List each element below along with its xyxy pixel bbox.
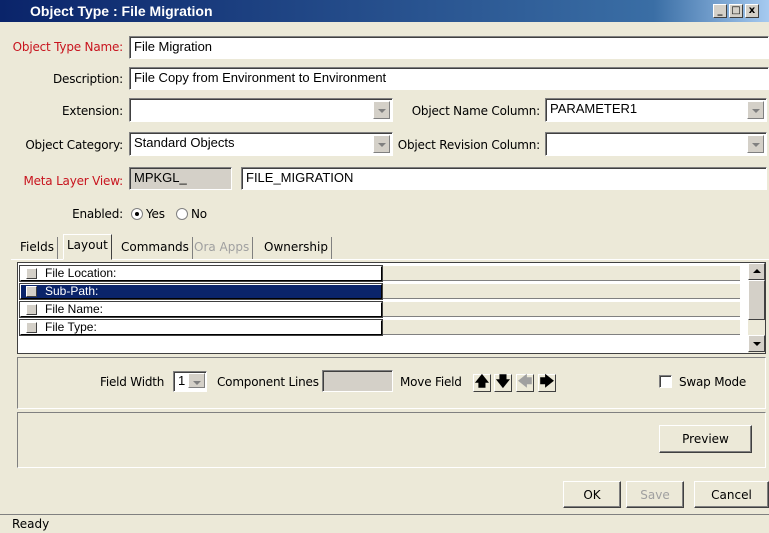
- scroll-up-icon[interactable]: [748, 263, 765, 280]
- enabled-no-radio[interactable]: [176, 208, 188, 220]
- close-button[interactable]: x: [745, 4, 759, 18]
- chevron-down-icon[interactable]: [373, 101, 390, 119]
- description-input[interactable]: File Copy from Environment to Environmen…: [129, 67, 769, 90]
- enabled-yes-label: Yes: [146, 207, 165, 221]
- layout-row-right[interactable]: [383, 320, 740, 335]
- object-category-label: Object Category:: [25, 138, 123, 152]
- window-title: Object Type : File Migration: [30, 3, 213, 19]
- title-bar[interactable]: Object Type : File Migration _ □ x: [0, 0, 769, 22]
- row-checkbox[interactable]: [26, 268, 37, 279]
- tab-ownership[interactable]: Ownership: [261, 237, 332, 259]
- chevron-down-icon[interactable]: [747, 135, 764, 153]
- arrow-right-icon[interactable]: 🡆: [538, 374, 556, 392]
- layout-row-right[interactable]: [383, 266, 740, 281]
- row-checkbox[interactable]: [26, 304, 37, 315]
- grid-scrollbar[interactable]: [748, 263, 765, 353]
- object-revision-column-label: Object Revision Column:: [397, 138, 540, 152]
- layout-row[interactable]: File Location:: [19, 265, 383, 282]
- layout-row[interactable]: File Name:: [19, 301, 383, 318]
- meta-layer-view-input[interactable]: FILE_MIGRATION: [241, 167, 767, 190]
- tab-commands[interactable]: Commands: [118, 237, 193, 259]
- extension-label: Extension:: [62, 104, 123, 118]
- ok-button[interactable]: OK: [563, 481, 621, 508]
- row-checkbox[interactable]: [26, 322, 37, 333]
- swap-mode-checkbox[interactable]: [659, 375, 672, 388]
- save-button[interactable]: Save: [626, 481, 684, 508]
- object-type-window: Object Type : File Migration _ □ x Objec…: [0, 0, 769, 533]
- layout-row-right[interactable]: [383, 302, 740, 317]
- extension-select[interactable]: [129, 98, 393, 122]
- object-category-select[interactable]: Standard Objects: [129, 132, 393, 156]
- swap-mode-label: Swap Mode: [679, 375, 747, 389]
- row-label: File Name:: [45, 302, 104, 316]
- object-name-column-value: PARAMETER1: [550, 101, 638, 116]
- component-lines-input[interactable]: [322, 370, 393, 392]
- scroll-thumb[interactable]: [748, 280, 765, 320]
- preview-group: [17, 412, 766, 468]
- object-category-value: Standard Objects: [134, 135, 235, 150]
- object-name-column-label: Object Name Column:: [411, 104, 541, 118]
- arrow-down-icon[interactable]: 🡇: [494, 374, 512, 392]
- maximize-button[interactable]: □: [729, 4, 743, 18]
- object-type-name-input[interactable]: File Migration: [129, 36, 769, 59]
- row-label: Sub-Path:: [45, 284, 99, 298]
- scroll-down-icon[interactable]: [748, 335, 765, 352]
- cancel-button[interactable]: Cancel: [694, 481, 769, 508]
- enabled-yes-radio[interactable]: [131, 208, 143, 220]
- chevron-down-icon[interactable]: [373, 135, 390, 153]
- row-label: File Location:: [45, 266, 117, 280]
- object-name-column-select[interactable]: PARAMETER1: [545, 98, 767, 122]
- field-width-label: Field Width: [100, 375, 165, 389]
- chevron-down-icon[interactable]: [747, 101, 764, 119]
- status-bar: Ready: [0, 514, 769, 533]
- layout-row[interactable]: File Type:: [19, 319, 383, 336]
- layout-grid[interactable]: File Location: Sub-Path: File Name: File…: [17, 262, 766, 354]
- component-lines-label: Component Lines: [217, 375, 319, 389]
- tab-ora-apps[interactable]: Ora Apps: [191, 237, 254, 259]
- object-type-name-label: Object Type Name:: [12, 40, 124, 54]
- tab-fields[interactable]: Fields: [17, 237, 58, 259]
- meta-layer-view-label: Meta Layer View:: [23, 174, 123, 188]
- field-width-select[interactable]: 1: [173, 371, 207, 392]
- enabled-label: Enabled:: [72, 207, 123, 221]
- row-label: File Type:: [45, 320, 97, 334]
- description-label: Description:: [53, 72, 123, 86]
- field-width-value: 1: [178, 373, 186, 388]
- chevron-down-icon[interactable]: [188, 373, 205, 388]
- minimize-button[interactable]: _: [713, 4, 727, 18]
- enabled-no-label: No: [191, 207, 207, 221]
- row-checkbox[interactable]: [26, 286, 37, 297]
- tab-layout[interactable]: Layout: [63, 234, 112, 260]
- meta-layer-prefix: MPKGL_: [129, 167, 232, 190]
- object-revision-column-select[interactable]: [545, 132, 767, 156]
- layout-row-right[interactable]: [383, 284, 740, 299]
- preview-button[interactable]: Preview: [659, 425, 752, 453]
- move-field-label: Move Field: [400, 375, 462, 389]
- arrow-left-icon[interactable]: 🡄: [516, 374, 534, 392]
- arrow-up-icon[interactable]: 🡅: [473, 374, 491, 392]
- layout-row[interactable]: Sub-Path:: [19, 283, 383, 300]
